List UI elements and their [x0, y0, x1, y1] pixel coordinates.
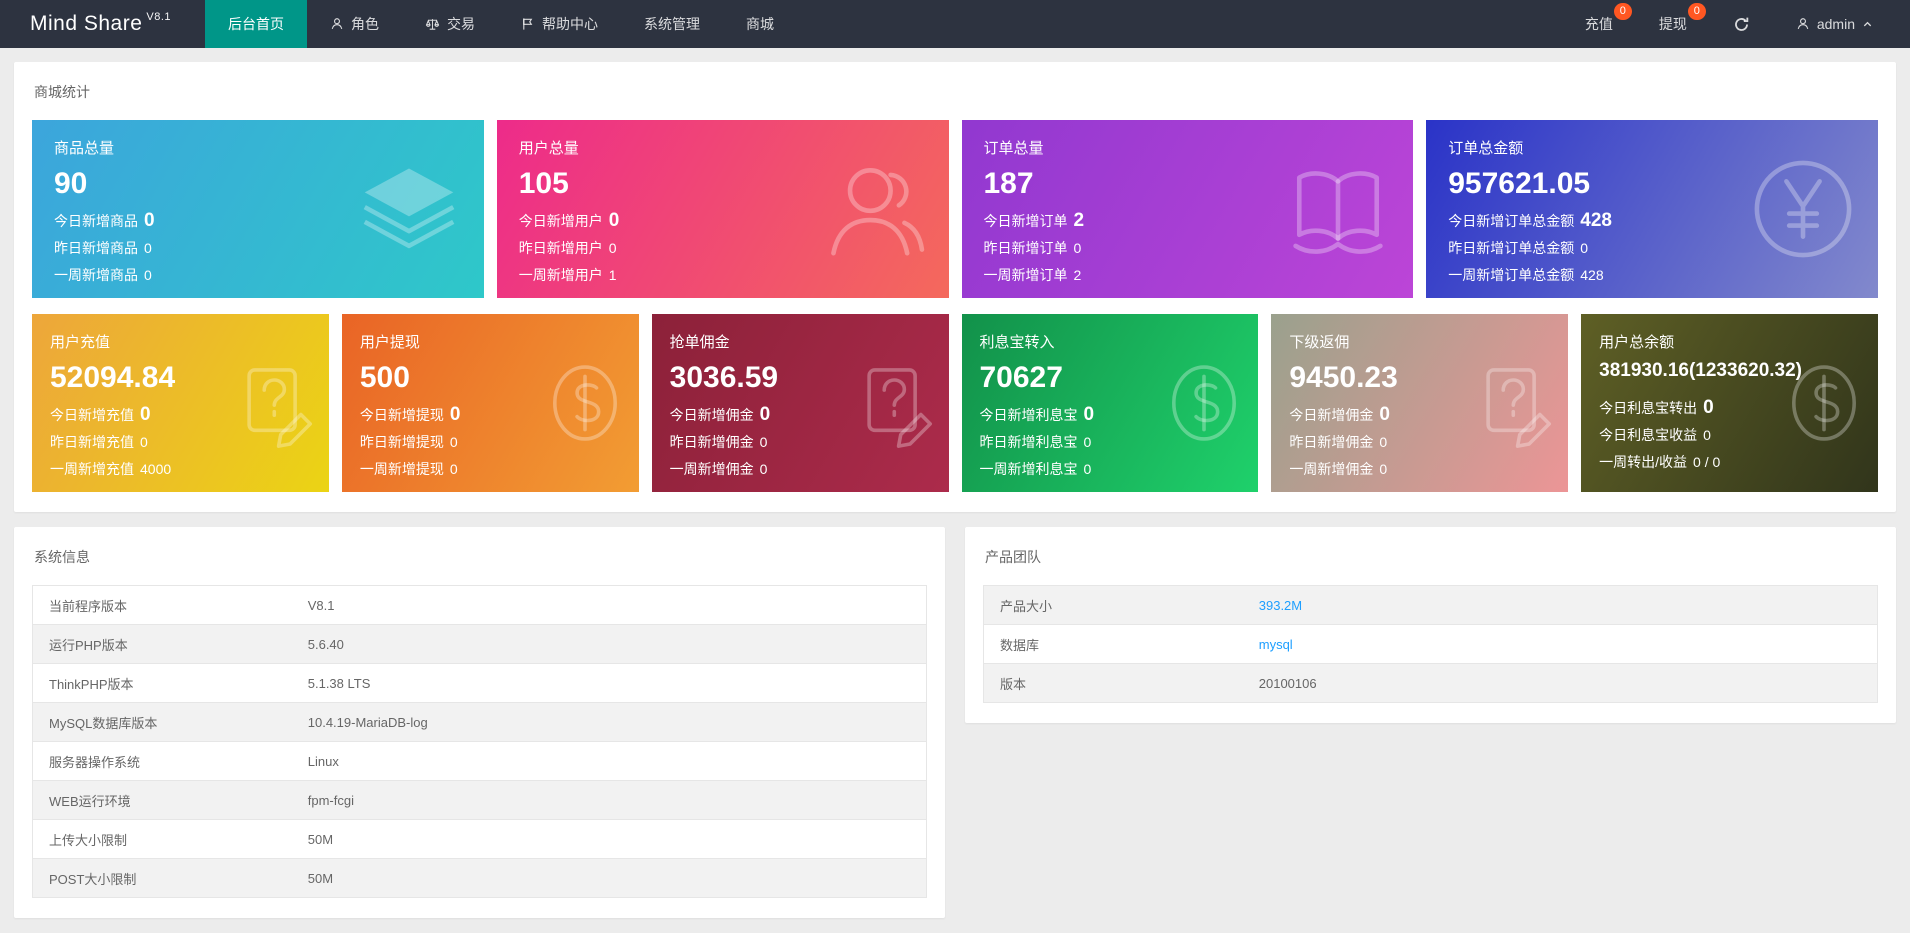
product-team-table: 产品大小 393.2M 数据库 mysql 版本 20100106 — [983, 585, 1878, 703]
table-row: 运行PHP版本 5.6.40 — [32, 624, 927, 664]
username: admin — [1816, 16, 1855, 32]
flag-icon — [521, 17, 535, 31]
table-row: 当前程序版本 V8.1 — [32, 585, 927, 625]
nav-item-mall[interactable]: 商城 — [723, 0, 797, 48]
table-row: 产品大小 393.2M — [983, 585, 1878, 625]
stat-card-title: 用户提现 — [359, 334, 420, 351]
bottom-panels: 系统信息 当前程序版本 V8.1 运行PHP版本 5.6.40 ThinkPHP版本… — [14, 527, 1896, 918]
product-size-link[interactable]: 393.2M — [1259, 598, 1302, 613]
table-row: 服务器操作系统 Linux — [32, 741, 927, 781]
nav-item-trade[interactable]: 交易 — [402, 0, 498, 48]
table-row: 数据库 mysql — [983, 624, 1878, 664]
table-row: POST大小限制 50M — [32, 858, 927, 898]
person-icon — [330, 17, 344, 31]
user-icon — [1796, 17, 1810, 31]
doc-question-icon — [1486, 368, 1552, 448]
table-row: WEB运行环境 fpm-fcgi — [32, 780, 927, 820]
book-icon — [1293, 171, 1383, 254]
product-team-panel: 产品团队 产品大小 393.2M 数据库 mysql 版本 20100106 — [965, 527, 1896, 723]
withdraw-button[interactable]: 提现 0 — [1636, 0, 1710, 48]
navbar-right: 充值 0 提现 0 admin — [1562, 0, 1910, 48]
stats-row-1: 商品总量 90 今日新增商品 0 昨日新增商品 0 一周新增商品 0 用户总量 105… — [32, 120, 1878, 298]
stat-card-interest-in: 利息宝转入 70627 今日新增利息宝 0 昨日新增利息宝 0 一周新增利息宝 0 — [961, 314, 1259, 492]
layers-icon — [363, 168, 455, 249]
app-version: V8.1 — [146, 11, 172, 23]
users-icon — [830, 167, 924, 256]
stat-card-order-amount: 订单总金额 957621.05 今日新增订单总金额 428 昨日新增订单总金额 0 … — [1426, 120, 1878, 298]
stats-panel-title: 商城统计 — [34, 84, 90, 100]
dollar-icon — [1172, 365, 1237, 441]
table-row: MySQL数据库版本 10.4.19-MariaDB-log — [32, 702, 927, 742]
nav-item-home[interactable]: 后台首页 — [205, 0, 307, 48]
stats-row-2: 用户充值 52094.84 今日新增充值 0 昨日新增充值 0 一周新增充值 4000… — [32, 314, 1878, 492]
stat-card-title: 用户充值 — [50, 334, 111, 351]
nav-item-help-center[interactable]: 帮助中心 — [498, 0, 621, 48]
app-title: Mind Share — [30, 12, 143, 35]
table-row: ThinkPHP版本 5.1.38 LTS — [32, 663, 927, 703]
stat-card-title: 用户总余额 — [1599, 334, 1675, 351]
system-info-panel: 系统信息 当前程序版本 V8.1 运行PHP版本 5.6.40 ThinkPHP版本… — [14, 527, 945, 918]
main-content: 商城统计 商品总量 90 今日新增商品 0 昨日新增商品 0 一周新增商品 0 用户总… — [0, 48, 1910, 932]
chevron-up-icon — [1862, 19, 1873, 30]
database-link[interactable]: mysql — [1259, 637, 1293, 652]
recharge-button[interactable]: 充值 0 — [1562, 0, 1636, 48]
refresh-icon — [1733, 16, 1750, 33]
product-team-title: 产品团队 — [985, 549, 1041, 565]
stat-card-title: 抢单佣金 — [669, 334, 730, 351]
stat-card-orders: 订单总量 187 今日新增订单 2 昨日新增订单 0 一周新增订单 2 — [961, 120, 1414, 298]
table-row: 上传大小限制 50M — [32, 819, 927, 859]
doc-question-icon — [247, 368, 312, 448]
stat-card-title: 下级返佣 — [1289, 334, 1350, 351]
dollar-icon — [1792, 365, 1856, 441]
stat-card-title: 利息宝转入 — [979, 334, 1055, 351]
dollar-icon — [552, 365, 617, 441]
scales-icon — [425, 17, 440, 32]
stat-card-grab-commission: 抢单佣金 3036.59 今日新增佣金 0 昨日新增佣金 0 一周新增佣金 0 — [651, 314, 949, 492]
stat-card-users: 用户总量 105 今日新增用户 0 昨日新增用户 0 一周新增用户 1 — [496, 120, 949, 298]
recharge-badge: 0 — [1613, 3, 1632, 20]
refresh-button[interactable] — [1710, 0, 1773, 48]
stat-card-total-balance: 用户总余额 381930.16(1233620.32) 今日利息宝转出 0 今日利… — [1581, 314, 1878, 492]
nav-item-system-admin[interactable]: 系统管理 — [621, 0, 723, 48]
mall-stats-panel: 商城统计 商品总量 90 今日新增商品 0 昨日新增商品 0 一周新增商品 0 用户总… — [14, 62, 1896, 512]
stat-card-referral-commission: 下级返佣 9450.23 今日新增佣金 0 昨日新增佣金 0 一周新增佣金 0 — [1271, 314, 1569, 492]
system-info-title: 系统信息 — [34, 549, 90, 565]
stat-card-user-recharge: 用户充值 52094.84 今日新增充值 0 昨日新增充值 0 一周新增充值 4000 — [32, 314, 329, 492]
stat-card-products: 商品总量 90 今日新增商品 0 昨日新增商品 0 一周新增商品 0 — [32, 120, 484, 298]
stat-card-user-withdraw: 用户提现 500 今日新增提现 0 昨日新增提现 0 一周新增提现 0 — [341, 314, 639, 492]
system-info-table: 当前程序版本 V8.1 运行PHP版本 5.6.40 ThinkPHP版本 5.1.3… — [32, 585, 927, 898]
yen-icon — [1754, 160, 1852, 258]
nav-item-roles[interactable]: 角色 — [307, 0, 402, 48]
top-navbar: Mind Share V8.1 后台首页 角色 交易 帮助中心 系统管理 商城 … — [0, 0, 1910, 48]
app-logo: Mind Share V8.1 — [0, 0, 205, 48]
doc-question-icon — [866, 368, 932, 448]
table-row: 版本 20100106 — [983, 663, 1878, 703]
user-menu[interactable]: admin — [1773, 0, 1896, 48]
withdraw-badge: 0 — [1687, 3, 1706, 20]
